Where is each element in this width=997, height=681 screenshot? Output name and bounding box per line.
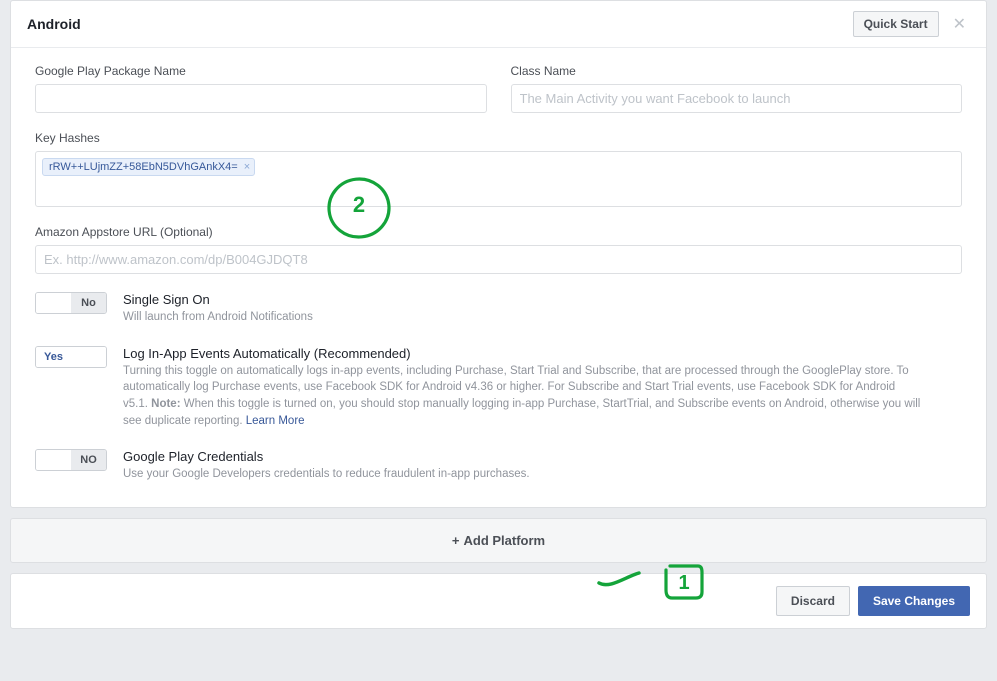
key-hashes-label: Key Hashes: [35, 131, 962, 145]
package-name-input[interactable]: [35, 84, 487, 113]
remove-tag-icon[interactable]: ×: [244, 161, 250, 173]
save-button[interactable]: Save Changes: [858, 586, 970, 616]
play-creds-toggle[interactable]: NO: [35, 449, 107, 471]
footer-bar: Discard Save Changes: [10, 573, 987, 629]
log-events-title: Log In-App Events Automatically (Recomme…: [123, 346, 923, 361]
card-header: Android Quick Start ✕: [11, 1, 986, 48]
close-icon[interactable]: ✕: [949, 12, 970, 36]
class-name-label: Class Name: [511, 64, 963, 78]
log-events-desc: Turning this toggle on automatically log…: [123, 363, 923, 430]
sso-toggle[interactable]: No: [35, 292, 107, 314]
key-hash-tag: rRW++LUjmZZ+58EbN5DVhGAnkX4= ×: [42, 158, 255, 176]
amazon-url-label: Amazon Appstore URL (Optional): [35, 225, 962, 239]
plus-icon: +: [452, 533, 460, 548]
sso-title: Single Sign On: [123, 292, 313, 307]
play-creds-desc: Use your Google Developers credentials t…: [123, 466, 530, 483]
learn-more-link[interactable]: Learn More: [246, 415, 305, 427]
discard-button[interactable]: Discard: [776, 586, 850, 616]
package-name-label: Google Play Package Name: [35, 64, 487, 78]
class-name-input[interactable]: [511, 84, 963, 113]
key-hashes-input[interactable]: rRW++LUjmZZ+58EbN5DVhGAnkX4= ×: [35, 151, 962, 207]
log-events-toggle[interactable]: Yes: [35, 346, 107, 368]
amazon-url-input[interactable]: [35, 245, 962, 274]
android-settings-card: Android Quick Start ✕ Google Play Packag…: [10, 0, 987, 508]
sso-desc: Will launch from Android Notifications: [123, 309, 313, 326]
quick-start-button[interactable]: Quick Start: [853, 11, 939, 37]
play-creds-toggle-value: NO: [71, 450, 106, 470]
log-events-toggle-value: Yes: [36, 347, 71, 367]
card-title: Android: [27, 16, 81, 32]
sso-toggle-value: No: [71, 293, 106, 313]
add-platform-button[interactable]: +Add Platform: [10, 518, 987, 563]
key-hash-value: rRW++LUjmZZ+58EbN5DVhGAnkX4=: [49, 161, 238, 173]
play-creds-title: Google Play Credentials: [123, 449, 530, 464]
